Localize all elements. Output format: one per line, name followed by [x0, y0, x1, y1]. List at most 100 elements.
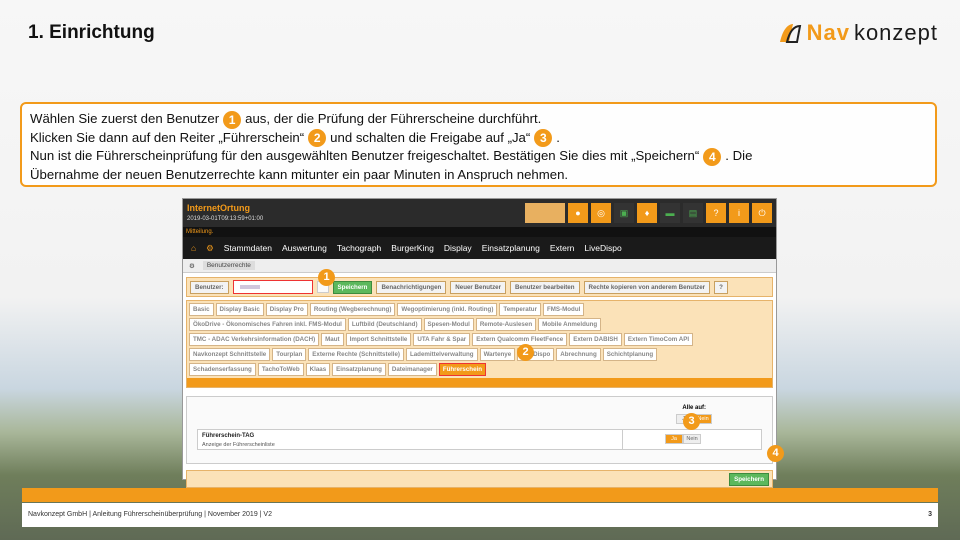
info-icon[interactable]: i	[729, 203, 749, 223]
step-badge-1: 1	[223, 110, 242, 129]
tab-4-5[interactable]: Führerschein	[438, 363, 487, 376]
instr-line2-a: Klicken Sie dann auf den Reiter „Führers…	[30, 129, 305, 145]
tab-1-3[interactable]: Remote-Auslesen	[475, 318, 537, 331]
all-set-label: Alle auf:	[682, 405, 706, 411]
tab-2-6[interactable]: Extern TimoCom API	[623, 333, 694, 346]
feature-toggle[interactable]: Ja Nein	[665, 434, 701, 444]
tab-4-3[interactable]: Einsatzplanung	[332, 363, 386, 376]
tab-3-2[interactable]: Externe Rechte (Schnittstelle)	[308, 348, 404, 361]
tab-1-2[interactable]: Spesen-Modul	[423, 318, 474, 331]
settings-icon[interactable]: ⚙	[206, 243, 214, 254]
instr-line1-b: aus, der die Prüfung der Führerscheine d…	[245, 111, 542, 126]
step-badge-4: 4	[703, 147, 722, 166]
notifications-button[interactable]: Benachrichtigungen	[376, 280, 447, 294]
menu-tachograph[interactable]: Tachograph	[337, 243, 381, 253]
menu-extern[interactable]: Extern	[550, 243, 575, 253]
tab-2-4[interactable]: Extern Qualcomm FleetFence	[472, 333, 568, 346]
menu-livedispo[interactable]: LiveDispo	[584, 243, 621, 253]
save-top-button[interactable]: Speichern	[332, 280, 373, 294]
tab-3-4[interactable]: Wartenye	[479, 348, 516, 361]
tab-1-1[interactable]: Luftbild (Deutschland)	[347, 318, 422, 331]
user-toolbar: Benutzer: Speichern Benachrichtigungen N…	[186, 277, 773, 297]
card-icon[interactable]: ▤	[683, 203, 703, 223]
rights-tabs: Basic Display Basic Display Pro Routing (We…	[186, 300, 773, 388]
user-select[interactable]	[232, 280, 313, 294]
slide-title: 1. Einrichtung	[28, 22, 155, 43]
tab-1-4[interactable]: Mobile Anmeldung	[538, 318, 602, 331]
step-badge-3: 3	[534, 129, 553, 148]
message-bar: Mitteilung.	[183, 227, 776, 237]
tab-0-5[interactable]: Temperatur	[499, 303, 541, 316]
breadcrumb: ⚙ Benutzerrechte	[183, 259, 776, 273]
feature-ja-button[interactable]: Ja	[665, 434, 683, 444]
tab-4-1[interactable]: TachoToWeb	[257, 363, 304, 376]
bell-icon[interactable]: ♦	[637, 203, 657, 223]
tab-3-1[interactable]: Tourplan	[272, 348, 307, 361]
tab-0-2[interactable]: Display Pro	[265, 303, 308, 316]
instruction-box: Wählen Sie zuerst den Benutzer 1 aus, der …	[20, 102, 937, 187]
footer: Navkonzept GmbH | Anleitung Führerschein…	[22, 503, 938, 527]
tab-3-6[interactable]: Abrechnung	[556, 348, 601, 361]
step-badge-2: 2	[308, 129, 327, 148]
annotation-badge-2: 2	[517, 344, 534, 361]
tab-3-7[interactable]: Schichtplanung	[602, 348, 658, 361]
globe-icon[interactable]: ◎	[591, 203, 611, 223]
tab-2-3[interactable]: UTA Fahr & Spar	[413, 333, 471, 346]
rights-panel: Alle auf: JaNein Führerschein-TAG Anzeig…	[186, 396, 773, 464]
navkonzept-logo: Nav konzept	[777, 20, 938, 46]
app-topbar: InternetOrtung 2019-03-01T09:13:59+01:00…	[183, 199, 776, 227]
home-icon[interactable]: ⌂	[191, 243, 196, 253]
gear-icon: ⚙	[189, 262, 195, 270]
help-icon[interactable]: ?	[706, 203, 726, 223]
menu-auswertung[interactable]: Auswertung	[282, 243, 327, 253]
instr-line1-a: Wählen Sie zuerst den Benutzer	[30, 111, 220, 126]
tab-4-2[interactable]: Klaas	[305, 363, 331, 376]
app-timestamp: 2019-03-01T09:13:59+01:00	[187, 216, 264, 222]
tab-4-4[interactable]: Dateimanager	[387, 363, 437, 376]
menu-einsatzplanung[interactable]: Einsatzplanung	[482, 243, 540, 253]
power-icon[interactable]: ⏻	[752, 203, 772, 223]
footer-text: Navkonzept GmbH | Anleitung Führerschein…	[28, 511, 272, 518]
tab-1-0[interactable]: ÖkoDrive - Ökonomisches Fahren inkl. FMS…	[189, 318, 346, 331]
annotation-badge-4: 4	[767, 445, 784, 462]
breadcrumb-tab[interactable]: Benutzerrechte	[202, 261, 255, 270]
main-menu: ⌂ ⚙ Stammdaten Auswertung Tachograph Bur…	[183, 237, 776, 259]
users-icon[interactable]: ●	[568, 203, 588, 223]
tab-0-3[interactable]: Routing (Wegberechnung)	[309, 303, 396, 316]
tab-underline	[187, 378, 772, 387]
tab-2-5[interactable]: Extern DABISH	[569, 333, 622, 346]
tab-2-1[interactable]: Maut	[321, 333, 344, 346]
tab-3-0[interactable]: Navkonzept Schnittstelle	[189, 348, 271, 361]
tab-0-6[interactable]: FMS-Modul	[542, 303, 585, 316]
annotation-badge-3: 3	[683, 413, 700, 430]
tab-2-2[interactable]: Import Schnittstelle	[345, 333, 412, 346]
app-screenshot: InternetOrtung 2019-03-01T09:13:59+01:00…	[182, 198, 784, 488]
tab-4-0[interactable]: Schadenserfassung	[189, 363, 256, 376]
menu-display[interactable]: Display	[444, 243, 472, 253]
logo-mark-icon	[779, 24, 801, 43]
edit-user-button[interactable]: Benutzer bearbeiten	[510, 280, 580, 294]
chat-icon[interactable]: ▬	[660, 203, 680, 223]
instr-line4: Übernahme der neuen Benutzerrechte kann …	[30, 166, 569, 182]
help-button[interactable]: ?	[714, 280, 728, 294]
tab-0-1[interactable]: Display Basic	[215, 303, 264, 316]
monitor-icon[interactable]: ▣	[614, 203, 634, 223]
tab-0-4[interactable]: Wegoptimierung (inkl. Routing)	[397, 303, 498, 316]
new-user-button[interactable]: Neuer Benutzer	[450, 280, 507, 294]
feature-row: Führerschein-TAG Anzeige der Führerschei…	[197, 429, 762, 450]
tab-3-3[interactable]: Lademittelverwaltung	[405, 348, 478, 361]
footer-accent-bar	[22, 488, 938, 502]
tab-2-0[interactable]: TMC - ADAC Verkehrsinformation (DACH)	[189, 333, 320, 346]
tab-0-0[interactable]: Basic	[189, 303, 214, 316]
menu-burgerking[interactable]: BurgerKing	[391, 243, 434, 253]
user-label: Benutzer:	[190, 280, 229, 294]
account-selector[interactable]	[525, 203, 565, 223]
feature-nein-button[interactable]: Nein	[683, 434, 701, 444]
save-button[interactable]: Speichern	[729, 473, 769, 486]
feature-name: Führerschein-TAG	[202, 433, 255, 439]
page-number: 3	[928, 511, 932, 518]
logo-text-nav: Nav	[806, 20, 850, 45]
copy-rights-button[interactable]: Rechte kopieren von anderem Benutzer	[583, 280, 711, 294]
instr-line3-a: Nun ist die Führerscheinprüfung für den …	[30, 148, 700, 164]
menu-stammdaten[interactable]: Stammdaten	[224, 243, 272, 253]
